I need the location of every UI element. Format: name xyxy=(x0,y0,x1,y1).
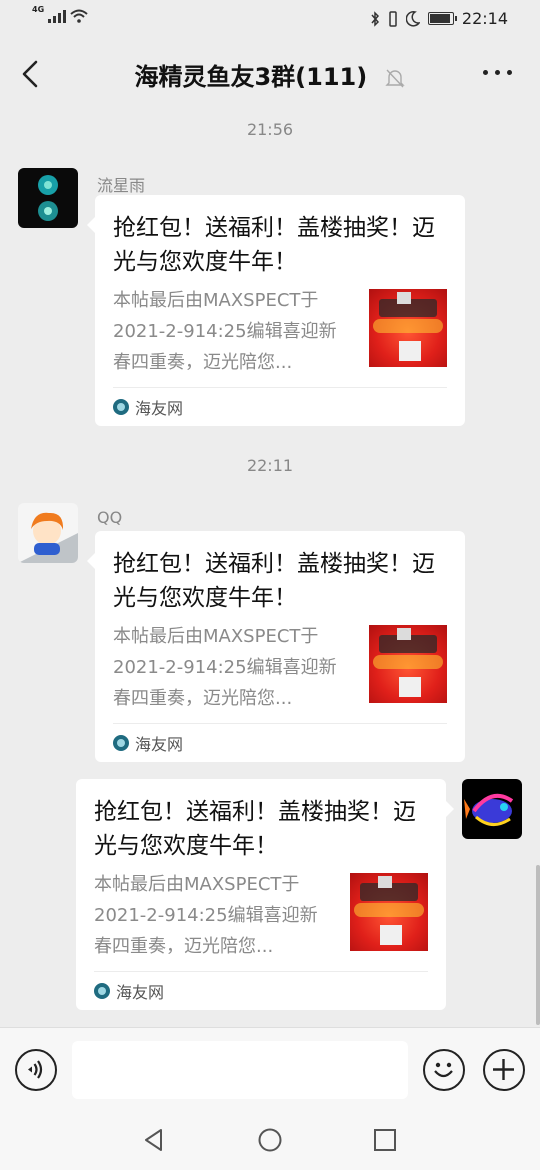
thumbnail-art xyxy=(354,903,424,917)
thumbnail-art xyxy=(373,655,443,669)
thumbnail-art xyxy=(399,341,421,361)
card-source: 海友网 xyxy=(113,395,183,419)
status-bar: 4G 22:14 xyxy=(0,0,540,38)
scrollbar[interactable] xyxy=(536,865,540,1025)
wifi-icon xyxy=(70,9,88,23)
thumbnail-art xyxy=(399,677,421,697)
moon-icon xyxy=(405,10,420,27)
more-functions-button[interactable] xyxy=(483,1049,525,1091)
card-divider xyxy=(113,723,447,724)
plus-icon xyxy=(493,1059,514,1080)
chat-header: 海精灵鱼友3群(111) xyxy=(0,38,540,110)
network-type: 4G xyxy=(32,5,45,14)
card-description: 本帖最后由MAXSPECT于2021-2-914:25编辑喜迎新春四重奏，迈光陪… xyxy=(94,874,318,957)
avatar[interactable] xyxy=(18,168,78,228)
sender-name: 流星雨 xyxy=(97,176,146,195)
source-logo-icon xyxy=(113,735,129,751)
avatar-image xyxy=(18,512,78,563)
title-wrap: 海精灵鱼友3群(111) xyxy=(0,57,540,92)
card-divider xyxy=(94,971,428,972)
source-name: 海友网 xyxy=(116,983,165,1002)
card-title: 抢红包！送福利！盖楼抽奖！迈光与您欢度牛年！ xyxy=(113,215,435,275)
more-options-button[interactable] xyxy=(483,70,512,75)
more-dot xyxy=(483,70,488,75)
bubble-tail xyxy=(87,217,95,233)
voice-button[interactable] xyxy=(15,1049,57,1091)
sender-name: QQ xyxy=(97,508,123,527)
avatar-image xyxy=(38,175,58,221)
card-thumbnail xyxy=(350,873,428,951)
timestamp: 22:11 xyxy=(246,456,294,475)
status-time: 22:14 xyxy=(461,9,508,28)
card-source: 海友网 xyxy=(113,731,183,755)
source-logo-icon xyxy=(94,983,110,999)
avatar-image xyxy=(464,793,514,826)
voice-icon xyxy=(28,1060,43,1079)
bubble-tail xyxy=(446,801,454,817)
more-dot xyxy=(507,70,512,75)
input-bar xyxy=(0,1027,540,1107)
card-thumbnail xyxy=(369,625,447,703)
vibrate-icon xyxy=(389,10,397,27)
card-divider xyxy=(113,387,447,388)
timestamp: 21:56 xyxy=(246,120,294,139)
home-circle-icon[interactable] xyxy=(257,1127,283,1153)
card-source: 海友网 xyxy=(94,979,164,1003)
message-input[interactable] xyxy=(72,1041,408,1099)
link-card[interactable]: 抢红包！送福利！盖楼抽奖！迈光与您欢度牛年！ 本帖最后由MAXSPECT于202… xyxy=(87,531,465,762)
battery-icon xyxy=(427,12,457,25)
recents-square-icon[interactable] xyxy=(372,1127,398,1153)
my-avatar[interactable] xyxy=(462,779,522,839)
thumbnail-art xyxy=(373,319,443,333)
card-description: 本帖最后由MAXSPECT于2021-2-914:25编辑喜迎新春四重奏，迈光陪… xyxy=(113,626,337,709)
bubble-tail xyxy=(87,553,95,569)
source-name: 海友网 xyxy=(135,399,184,418)
bluetooth-icon xyxy=(371,10,379,27)
card-thumbnail xyxy=(369,289,447,367)
status-left: 4G xyxy=(32,5,88,23)
chat-title: 海精灵鱼友3群(111) xyxy=(134,63,368,91)
source-name: 海友网 xyxy=(135,735,184,754)
source-logo-icon xyxy=(113,399,129,415)
more-dot xyxy=(495,70,500,75)
thumbnail-art xyxy=(378,876,392,888)
card-title: 抢红包！送福利！盖楼抽奖！迈光与您欢度牛年！ xyxy=(113,551,435,611)
emoji-icon xyxy=(434,1062,453,1078)
card-title: 抢红包！送福利！盖楼抽奖！迈光与您欢度牛年！ xyxy=(94,799,416,859)
thumbnail-art xyxy=(397,292,411,304)
card-description: 本帖最后由MAXSPECT于2021-2-914:25编辑喜迎新春四重奏，迈光陪… xyxy=(113,290,337,373)
status-right: 22:14 xyxy=(370,9,508,28)
system-nav-bar xyxy=(0,1107,540,1170)
thumbnail-art xyxy=(380,925,402,945)
link-card[interactable]: 抢红包！送福利！盖楼抽奖！迈光与您欢度牛年！ 本帖最后由MAXSPECT于202… xyxy=(76,779,454,1010)
signal-icon xyxy=(48,10,67,23)
avatar[interactable] xyxy=(18,503,78,563)
mute-bell-icon xyxy=(384,69,405,88)
thumbnail-art xyxy=(397,628,411,640)
link-card[interactable]: 抢红包！送福利！盖楼抽奖！迈光与您欢度牛年！ 本帖最后由MAXSPECT于202… xyxy=(87,195,465,426)
back-triangle-icon[interactable] xyxy=(141,1127,167,1153)
emoji-button[interactable] xyxy=(423,1049,465,1091)
